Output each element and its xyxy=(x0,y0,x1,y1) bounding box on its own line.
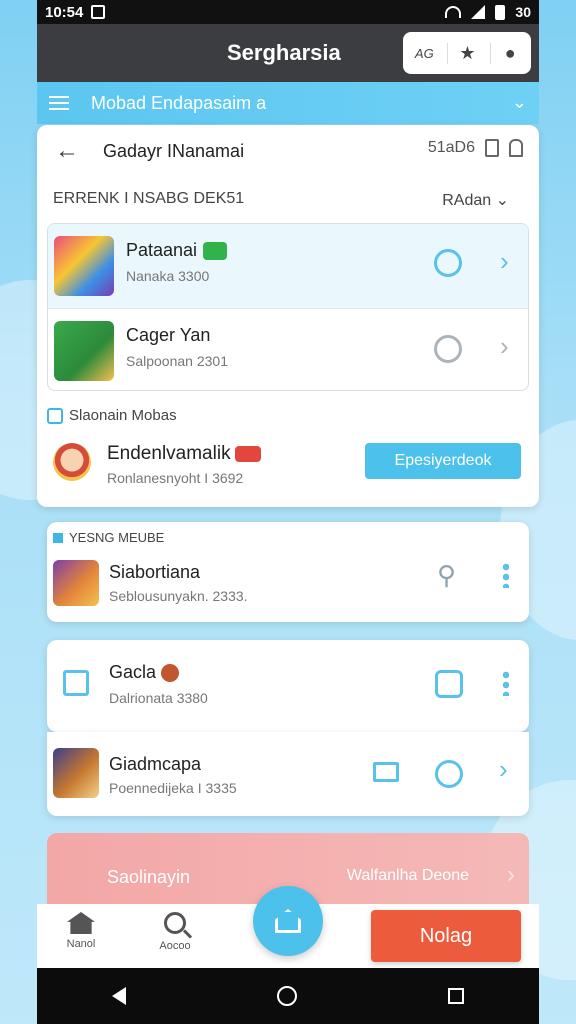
nav-search[interactable]: Aocoo xyxy=(145,912,205,952)
app-actions: AG ★ ● xyxy=(403,32,531,74)
square-action-icon[interactable] xyxy=(435,670,463,698)
sort-dropdown[interactable]: RAdan ⌄ xyxy=(442,190,509,210)
page-title: Gadayr INanamai xyxy=(103,141,245,161)
battery-icon xyxy=(495,4,506,20)
recommended-label: Slaonain Mobas xyxy=(69,407,177,424)
recommended-action-button[interactable]: Epesiyerdeok xyxy=(365,443,521,479)
promo-link: Walfanlha Deone xyxy=(346,867,469,884)
chevron-down-icon[interactable]: ⌄ xyxy=(512,92,527,113)
home-circle-icon[interactable] xyxy=(276,986,297,1006)
game-icon xyxy=(53,560,99,606)
item-name: Giadmcapa xyxy=(109,754,202,774)
item-subtitle: Poennedijeka I 3335 xyxy=(109,780,237,796)
back-icon[interactable] xyxy=(112,987,127,1005)
bell-icon[interactable] xyxy=(509,139,523,157)
info-icon[interactable] xyxy=(434,249,462,277)
item-name: Gacla xyxy=(109,662,157,682)
phone-screen: 10:54 30 Sergharsia AG ★ ● Mobad Endapas… xyxy=(37,0,539,1024)
battery-level: 30 xyxy=(515,4,531,20)
list-item[interactable]: Cager Yan Salpoonan 2301 › xyxy=(48,308,528,390)
group-label: YESNG MEUBE xyxy=(69,530,165,545)
item-subtitle: Seblousunyakn. 2333. xyxy=(109,588,248,604)
recent-apps-icon[interactable] xyxy=(447,988,464,1004)
cta-button[interactable]: Nolag xyxy=(371,910,521,962)
status-time: 10:54 xyxy=(45,3,84,21)
signal-icon xyxy=(471,5,486,19)
sub-bar: Mobad Endapasaim a ⌄ xyxy=(37,82,539,124)
item-name-wrap: Gacla xyxy=(109,662,180,683)
chat-icon[interactable] xyxy=(435,760,463,788)
list-item-name: Pataanai xyxy=(126,240,198,260)
promo-title: Saolinayin xyxy=(107,867,191,887)
list-item-subtitle: Salpoonan 2301 xyxy=(126,353,228,369)
recommended-subtitle: Ronlanesnyoht I 3692 xyxy=(107,470,244,486)
building-icon xyxy=(63,670,89,696)
status-badge xyxy=(203,242,228,261)
item-subtitle: Dalrionata 3380 xyxy=(109,690,208,706)
system-nav-bar xyxy=(37,968,539,1024)
status-bar: 10:54 30 xyxy=(37,0,539,24)
list-item-name: Cager Yan xyxy=(126,325,211,345)
home-icon xyxy=(275,909,301,933)
game-icon xyxy=(54,321,114,381)
group-header: YESNG MEUBE xyxy=(53,530,164,545)
group-card: YESNG MEUBE Siabortiana Seblousunyakn. 2… xyxy=(47,522,529,622)
game-list: Pataanai Nanaka 3300 › Cager Yan Salpoon… xyxy=(47,223,529,391)
star-icon[interactable]: ★ xyxy=(446,42,487,64)
nav-search-label: Aocoo xyxy=(159,940,191,952)
section-title: ERRENK I NSABG DEK51 xyxy=(53,190,245,207)
item-name: Siabortiana xyxy=(109,562,201,582)
refresh-icon[interactable] xyxy=(434,335,462,363)
back-arrow-icon[interactable]: ← xyxy=(55,137,79,165)
status-badge xyxy=(161,664,180,683)
game-icon xyxy=(53,748,99,798)
list-item[interactable]: Pataanai Nanaka 3300 › xyxy=(48,224,528,308)
sub-bar-label: Mobad Endapasaim a xyxy=(91,92,267,113)
status-badge xyxy=(234,445,261,462)
list-item-subtitle: Nanaka 3300 xyxy=(126,268,210,284)
menu-icon[interactable] xyxy=(49,96,69,110)
recommended-header: Slaonain Mobas xyxy=(47,407,177,424)
image-icon xyxy=(91,5,106,19)
list-item-name-wrap: Pataanai xyxy=(126,240,228,261)
more-options-icon[interactable] xyxy=(503,670,509,696)
item-card[interactable]: Gacla Dalrionata 3380 xyxy=(47,640,529,732)
pin-icon[interactable]: ⚲ xyxy=(437,560,456,591)
header-meta-text: 51aD6 xyxy=(427,139,475,156)
sort-label: RAdan xyxy=(442,192,492,209)
recommended-name: Endenlvamalik xyxy=(107,443,231,464)
nav-home[interactable]: Nanol xyxy=(51,912,111,950)
game-icon xyxy=(54,236,114,296)
home-fab-button[interactable] xyxy=(253,886,323,956)
checkbox-icon[interactable] xyxy=(47,407,63,424)
search-icon xyxy=(164,912,186,934)
item-card[interactable]: Giadmcapa Poennedijeka I 3335 › xyxy=(47,732,529,816)
chevron-right-icon[interactable]: › xyxy=(500,246,509,277)
image-icon[interactable] xyxy=(373,762,399,782)
chevron-right-icon: › xyxy=(507,861,515,888)
wifi-icon xyxy=(445,6,462,18)
app-bar: Sergharsia AG ★ ● xyxy=(37,24,539,82)
avatar xyxy=(53,443,91,481)
more-options-icon[interactable] xyxy=(503,562,509,588)
recommended-name-wrap: Endenlvamalik xyxy=(107,443,261,465)
document-icon[interactable] xyxy=(485,139,499,157)
action-text-button[interactable]: AG xyxy=(404,46,444,61)
header-actions: 51aD6 xyxy=(428,139,523,157)
chevron-right-icon[interactable]: › xyxy=(499,754,508,785)
chevron-down-icon: ⌄ xyxy=(491,192,509,209)
home-icon xyxy=(67,912,95,934)
nav-home-label: Nanol xyxy=(66,938,96,950)
app-title: Sergharsia xyxy=(227,40,341,65)
profile-icon[interactable]: ● xyxy=(489,42,530,64)
main-card: ← Gadayr INanamai 51aD6 ERRENK I NSABG D… xyxy=(37,125,539,507)
chevron-right-icon[interactable]: › xyxy=(500,331,509,362)
tag-icon xyxy=(53,532,63,543)
